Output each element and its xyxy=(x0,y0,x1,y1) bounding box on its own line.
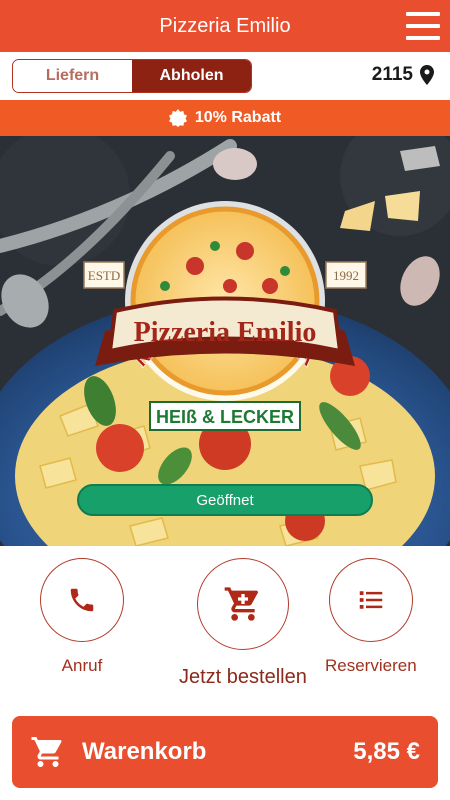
list-icon xyxy=(359,591,383,609)
order-mode-toggle: Liefern Abholen xyxy=(12,59,252,93)
logo-estd-left: ESTD xyxy=(88,268,121,283)
open-status-button[interactable]: Geöffnet xyxy=(77,484,373,516)
location-pin-icon xyxy=(420,65,434,85)
app-title: Pizzeria Emilio xyxy=(159,14,291,37)
phone-icon xyxy=(70,588,94,612)
hamburger-menu-icon[interactable] xyxy=(406,12,440,40)
order-label: Jetzt bestellen xyxy=(179,666,307,688)
call-button[interactable] xyxy=(40,558,124,642)
shopping-cart-icon xyxy=(31,737,62,767)
cart-label: Warenkorb xyxy=(82,738,207,765)
order-button[interactable] xyxy=(196,558,289,650)
call-label: Anruf xyxy=(61,656,103,675)
logo-tagline: HEIß & LECKER xyxy=(156,407,294,427)
cart-button[interactable]: Warenkorb 5,85 € xyxy=(12,716,438,788)
app-header: Pizzeria Emilio xyxy=(0,0,450,52)
location-selector[interactable]: 2115 xyxy=(372,64,434,86)
order-action[interactable]: Jetzt bestellen xyxy=(179,558,307,689)
logo-name: Pizzeria Emilio xyxy=(134,317,317,348)
quick-actions: Anruf Jetzt bestellen Reservieren xyxy=(0,546,450,706)
discount-banner[interactable]: 10% Rabatt xyxy=(0,100,450,136)
logo-estd-right: 1992 xyxy=(333,268,359,283)
discount-text: 10% Rabatt xyxy=(194,109,282,126)
pickup-option[interactable]: Abholen xyxy=(132,60,251,92)
badge-icon xyxy=(168,109,187,127)
hero-banner: PREMIUM QUALITÄT ESTD 1992 Pizzeria Emil… xyxy=(0,136,450,546)
cart-icon xyxy=(224,587,258,621)
order-mode-row: Liefern Abholen 2115 xyxy=(0,52,450,100)
zip-code: 2115 xyxy=(371,64,413,85)
reserve-label: Reservieren xyxy=(325,656,417,675)
reserve-button[interactable] xyxy=(328,558,413,642)
call-action[interactable]: Anruf xyxy=(40,558,124,676)
reserve-action[interactable]: Reservieren xyxy=(325,558,417,676)
cart-total: 5,85 € xyxy=(353,738,420,765)
delivery-option[interactable]: Liefern xyxy=(13,60,132,92)
